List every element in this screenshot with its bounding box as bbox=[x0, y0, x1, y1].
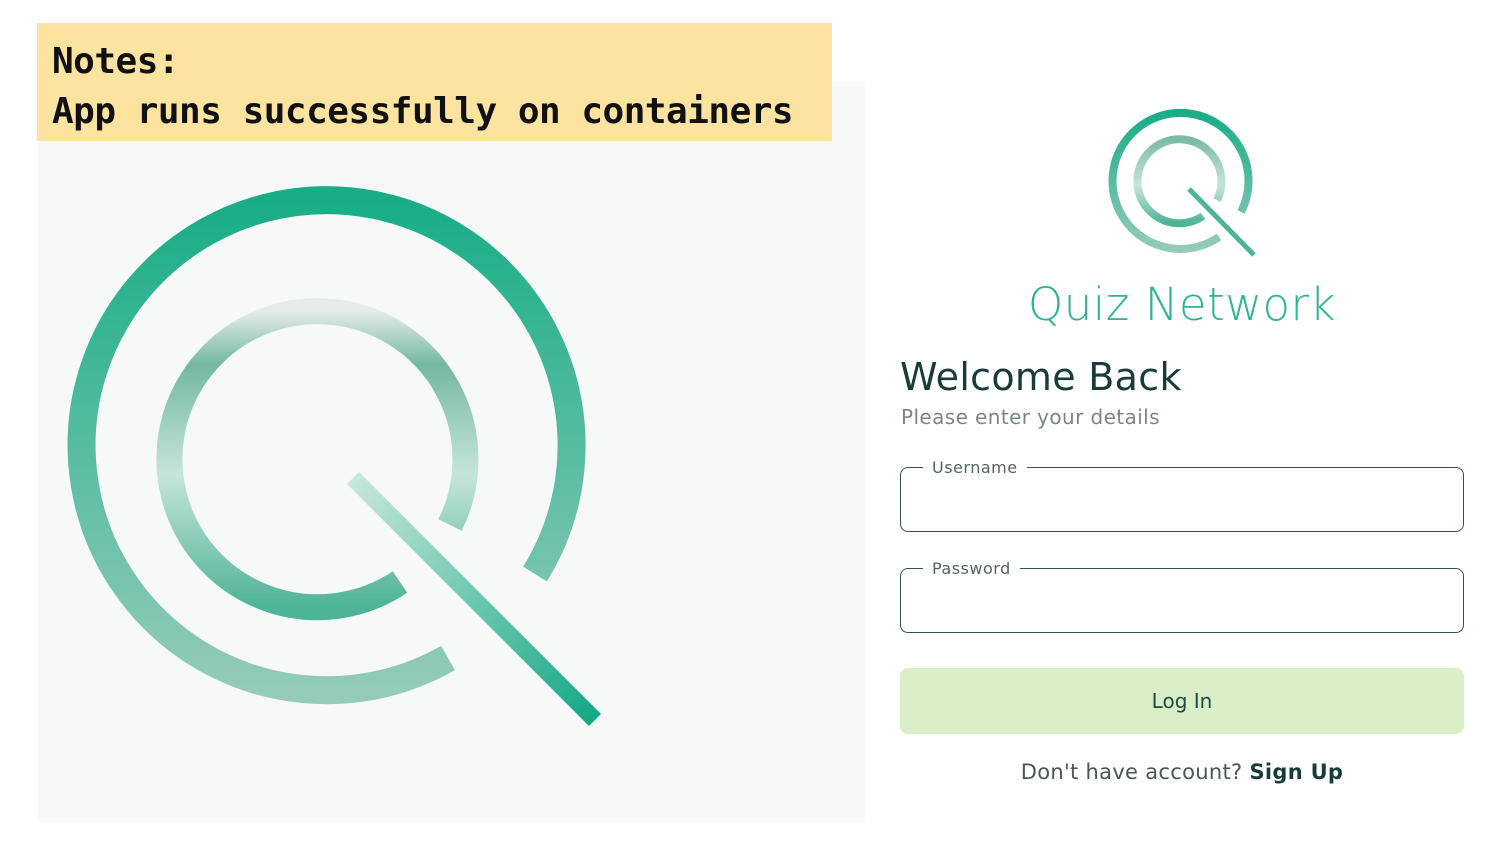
notes-text: App runs successfully on containers bbox=[52, 91, 794, 132]
signup-row: Don't have account? Sign Up bbox=[900, 760, 1464, 784]
page: Notes: App runs successfully on containe… bbox=[0, 0, 1500, 844]
signup-prompt: Don't have account? bbox=[1020, 760, 1243, 784]
signup-link[interactable]: Sign Up bbox=[1249, 760, 1343, 784]
username-field[interactable]: Username bbox=[900, 458, 1464, 532]
username-input[interactable] bbox=[911, 477, 1457, 523]
brand-name: Quiz Network bbox=[1027, 278, 1337, 331]
password-input[interactable] bbox=[911, 578, 1457, 624]
large-quiz-network-logo bbox=[67, 186, 602, 727]
inner-ring bbox=[156, 298, 479, 621]
quiz-network-logo-icon bbox=[1108, 109, 1256, 257]
login-button[interactable]: Log In bbox=[900, 668, 1464, 734]
notes-title: Notes: bbox=[52, 41, 180, 82]
password-label: Password bbox=[932, 559, 1011, 578]
welcome-subtitle: Please enter your details bbox=[901, 405, 1160, 429]
notes-box: Notes: App runs successfully on containe… bbox=[37, 23, 832, 141]
password-field[interactable]: Password bbox=[900, 559, 1464, 633]
username-label: Username bbox=[932, 458, 1018, 477]
welcome-title: Welcome Back bbox=[900, 355, 1182, 399]
